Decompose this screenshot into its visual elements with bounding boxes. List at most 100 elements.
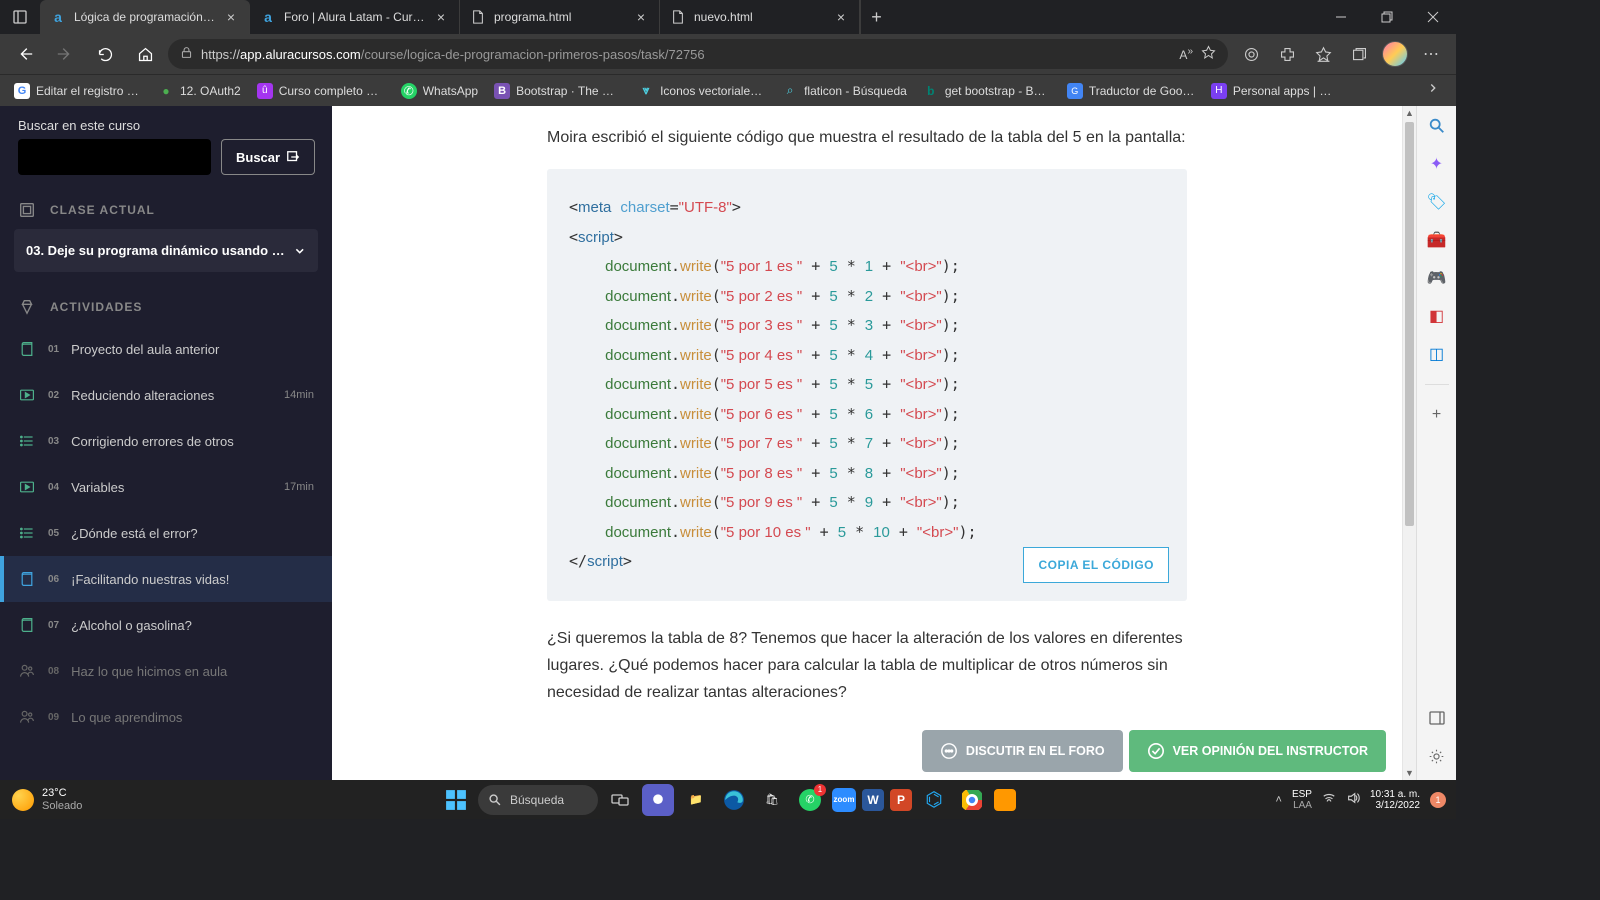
search-icon[interactable] xyxy=(1425,114,1449,138)
scroll-up-arrow[interactable]: ▲ xyxy=(1403,106,1416,120)
add-icon[interactable]: + xyxy=(1425,403,1449,427)
activity-item-06[interactable]: 06¡Facilitando nuestras vidas! xyxy=(0,556,332,602)
activity-item-08[interactable]: 08Haz lo que hicimos en aula xyxy=(0,648,332,694)
check-circle-icon xyxy=(1147,742,1165,760)
tab-actions-button[interactable] xyxy=(0,0,40,34)
extensions-icon[interactable] xyxy=(1270,37,1304,71)
whatsapp-app-icon[interactable]: ✆1 xyxy=(794,784,826,816)
bookmark-item[interactable]: ⩔Iconos vectoriales y... xyxy=(632,79,772,103)
bookmark-item[interactable]: ûCurso completo de... xyxy=(251,79,391,103)
scrollbar-thumb[interactable] xyxy=(1405,122,1414,526)
weather-widget[interactable]: 23°CSoleado xyxy=(0,787,94,811)
activity-number: 02 xyxy=(48,390,59,401)
notification-badge[interactable]: 1 xyxy=(1430,792,1446,808)
settings-icon[interactable] xyxy=(1425,744,1449,768)
discuss-forum-button[interactable]: DISCUTIR EN EL FORO xyxy=(922,730,1123,772)
chat-app-icon[interactable] xyxy=(642,784,674,816)
edge-app-icon[interactable] xyxy=(718,784,750,816)
menu-button[interactable]: ⋯ xyxy=(1414,37,1448,71)
outlook-icon[interactable]: ◫ xyxy=(1425,342,1449,366)
taskview-button[interactable] xyxy=(604,784,636,816)
explorer-app-icon[interactable]: 📁 xyxy=(680,784,712,816)
activity-item-04[interactable]: 04Variables17min xyxy=(0,464,332,510)
games-icon[interactable]: 🎮 xyxy=(1425,266,1449,290)
activity-item-05[interactable]: 05¿Dónde está el error? xyxy=(0,510,332,556)
powerpoint-app-icon[interactable]: P xyxy=(890,789,912,811)
bookmark-item[interactable]: ✆WhatsApp xyxy=(395,79,484,103)
list-icon xyxy=(18,524,36,542)
forward-button[interactable] xyxy=(48,37,82,71)
section-header-class: CLASE ACTUAL xyxy=(0,185,332,229)
office-icon[interactable]: ◧ xyxy=(1425,304,1449,328)
tools-icon[interactable]: 🧰 xyxy=(1425,228,1449,252)
tab-3[interactable]: programa.html × xyxy=(460,0,660,34)
back-button[interactable] xyxy=(8,37,42,71)
activity-label: Variables xyxy=(71,480,124,495)
freepik-icon: ⩔ xyxy=(638,83,654,99)
current-class-dropdown[interactable]: 03. Deje su programa dinámico usando Var… xyxy=(14,229,318,272)
home-button[interactable] xyxy=(128,37,162,71)
bookmark-item[interactable]: ●12. OAuth2 xyxy=(152,79,247,103)
favorite-icon[interactable] xyxy=(1201,45,1216,63)
tab-2[interactable]: a Foro | Alura Latam - Cursos onlin × xyxy=(250,0,460,34)
activity-number: 01 xyxy=(48,344,59,355)
bookmark-item[interactable]: bget bootstrap - Bús... xyxy=(917,79,1057,103)
store-app-icon[interactable]: 🛍 xyxy=(756,784,788,816)
scroll-down-arrow[interactable]: ▼ xyxy=(1403,766,1416,780)
chrome-app-icon[interactable] xyxy=(956,784,988,816)
clock[interactable]: 10:31 a. m.3/12/2022 xyxy=(1370,789,1420,811)
activity-item-02[interactable]: 02Reduciendo alteraciones14min xyxy=(0,372,332,418)
zoom-app-icon[interactable]: zoom xyxy=(832,788,856,812)
bookmark-item[interactable]: HPersonal apps | Her... xyxy=(1205,79,1345,103)
minimize-button[interactable] xyxy=(1318,0,1364,34)
tab-1[interactable]: a Lógica de programación: Primero × xyxy=(40,0,250,34)
copilot-icon[interactable]: ✦ xyxy=(1425,152,1449,176)
vertical-scrollbar[interactable]: ▲ ▼ xyxy=(1402,106,1416,780)
close-icon[interactable]: × xyxy=(223,9,239,25)
volume-icon[interactable] xyxy=(1346,791,1360,808)
tray-overflow-icon[interactable]: ˄ xyxy=(1276,794,1282,806)
close-window-button[interactable] xyxy=(1410,0,1456,34)
shopping-icon[interactable]: 🏷 xyxy=(1425,190,1449,214)
address-bar[interactable]: https://app.aluracursos.com/course/logic… xyxy=(168,39,1228,69)
tab-4[interactable]: nuevo.html × xyxy=(660,0,860,34)
bookmark-item[interactable]: ⌕flaticon - Búsqueda xyxy=(776,79,913,103)
activity-item-07[interactable]: 07¿Alcohol o gasolina? xyxy=(0,602,332,648)
favorites-icon[interactable] xyxy=(1306,37,1340,71)
maximize-button[interactable] xyxy=(1364,0,1410,34)
collections-icon[interactable] xyxy=(1342,37,1376,71)
wifi-icon[interactable] xyxy=(1322,791,1336,808)
sublime-app-icon[interactable] xyxy=(994,789,1016,811)
copy-code-button[interactable]: COPIA EL CÓDIGO xyxy=(1023,547,1169,583)
oauth-icon: ● xyxy=(158,83,174,99)
book-icon xyxy=(18,616,36,634)
activity-item-09[interactable]: 09Lo que aprendimos xyxy=(0,694,332,740)
vscode-app-icon[interactable]: ⌬ xyxy=(918,784,950,816)
bookmark-item[interactable]: GEditar el registro de... xyxy=(8,79,148,103)
reader-icon[interactable]: A» xyxy=(1179,46,1193,62)
close-icon[interactable]: × xyxy=(833,9,849,25)
refresh-button[interactable] xyxy=(88,37,122,71)
close-icon[interactable]: × xyxy=(433,9,449,25)
close-icon[interactable]: × xyxy=(633,9,649,25)
taskbar-search[interactable]: Búsqueda xyxy=(478,785,598,815)
start-button[interactable] xyxy=(440,784,472,816)
activity-item-01[interactable]: 01Proyecto del aula anterior xyxy=(0,326,332,372)
profile-button[interactable] xyxy=(1378,37,1412,71)
bookmark-item[interactable]: GTraductor de Google xyxy=(1061,79,1201,103)
bookmark-item[interactable]: BBootstrap · The mo... xyxy=(488,79,628,103)
window-controls xyxy=(1318,0,1456,34)
language-indicator[interactable]: ESPLAA xyxy=(1292,789,1312,811)
bookmarks-overflow-button[interactable] xyxy=(1418,77,1448,104)
instructor-opinion-button[interactable]: VER OPINIÓN DEL INSTRUCTOR xyxy=(1129,730,1386,772)
search-button[interactable]: Buscar xyxy=(221,139,315,175)
word-app-icon[interactable]: W xyxy=(862,789,884,811)
windows-taskbar: 23°CSoleado Búsqueda 📁 🛍 ✆1 zoom W P ⌬ ˄… xyxy=(0,780,1456,819)
search-input[interactable] xyxy=(18,139,211,175)
adblock-icon[interactable] xyxy=(1234,37,1268,71)
hide-sidebar-icon[interactable] xyxy=(1425,706,1449,730)
activity-number: 03 xyxy=(48,436,59,447)
file-icon xyxy=(670,9,686,25)
new-tab-button[interactable]: + xyxy=(860,0,892,34)
activity-item-03[interactable]: 03Corrigiendo errores de otros xyxy=(0,418,332,464)
